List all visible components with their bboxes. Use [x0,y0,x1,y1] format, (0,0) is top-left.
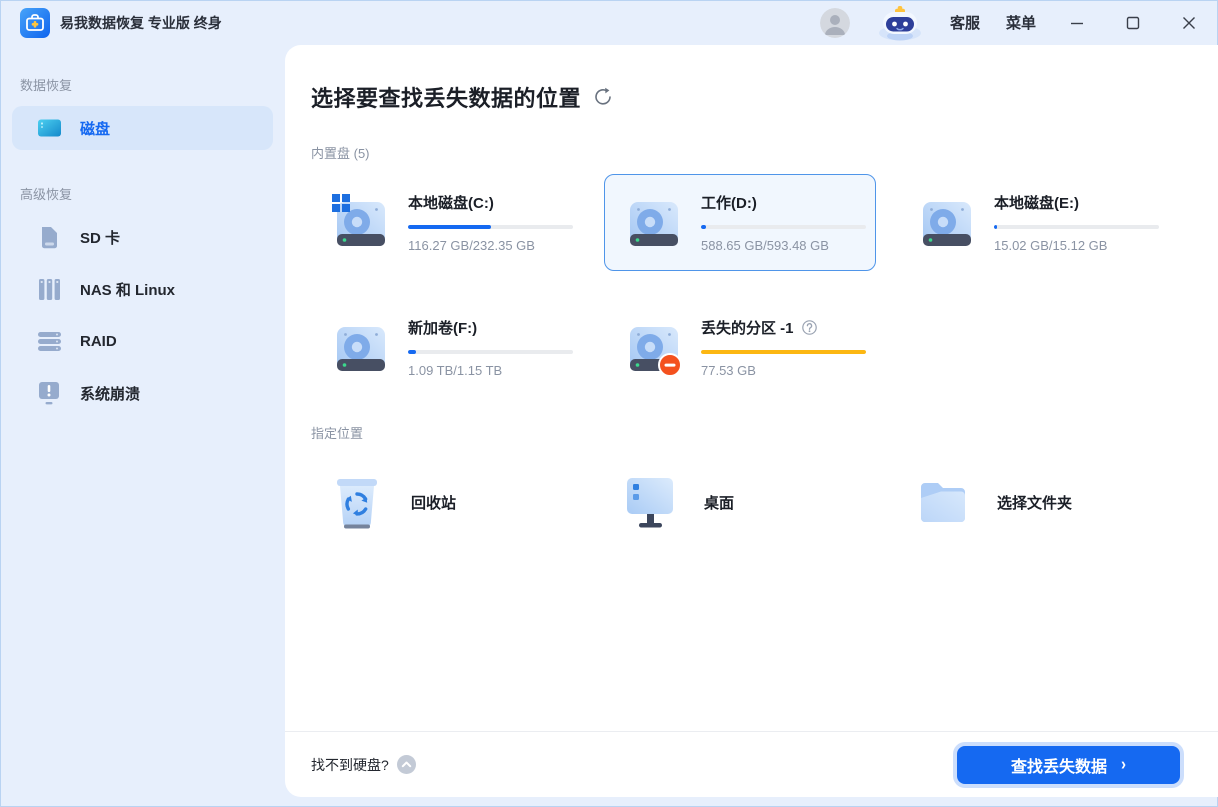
sidebar-item-label: NAS 和 Linux [80,279,175,300]
disk-size: 1.09 TB/1.15 TB [408,363,573,378]
sd-card-icon [36,226,62,249]
cant-find-disk-link[interactable]: 找不到硬盘? [311,755,416,775]
crash-warning-icon [36,382,62,405]
minus-badge-icon [659,354,681,376]
hard-drive-icon [918,194,974,252]
disk-size: 15.02 GB/15.12 GB [994,238,1159,253]
hard-drive-lost-icon [625,319,681,377]
help-icon[interactable] [802,320,817,335]
location-desktop[interactable]: 桌面 [604,462,876,542]
disk-name: 本地磁盘(E:) [994,192,1079,213]
raid-stack-icon [36,332,62,351]
maximize-button[interactable] [1118,8,1148,38]
location-label: 选择文件夹 [997,492,1072,513]
disk-name: 丢失的分区 -1 [701,317,794,338]
sidebar-item-disk[interactable]: 磁盘 [12,106,273,150]
main-panel: 选择要查找丢失数据的位置 内置盘 (5) [285,45,1218,797]
desktop-monitor-icon [624,473,676,531]
location-recycle-bin[interactable]: 回收站 [311,462,583,542]
disk-size: 77.53 GB [701,363,866,378]
location-select-folder[interactable]: 选择文件夹 [897,462,1169,542]
disk-card-e[interactable]: 本地磁盘(E:) 15.02 GB/15.12 GB [897,174,1169,271]
location-label: 桌面 [704,492,734,513]
sidebar-item-label: 磁盘 [80,118,110,139]
disk-grid: 本地磁盘(C:) 116.27 GB/232.35 GB 工作(D:) 588.… [311,174,1178,396]
disk-name: 本地磁盘(C:) [408,192,494,213]
sidebar-item-label: 系统崩溃 [80,383,140,404]
scan-button[interactable]: 查找丢失数据 › [957,746,1180,784]
disk-card-f[interactable]: 新加卷(F:) 1.09 TB/1.15 TB [311,299,583,396]
sidebar-item-raid[interactable]: RAID [12,319,273,363]
locations-label: 指定位置 [311,423,1178,442]
capacity-bar [701,350,866,354]
disk-icon [36,118,62,138]
sidebar-item-sd-card[interactable]: SD 卡 [12,215,273,259]
sidebar-item-label: SD 卡 [80,227,120,248]
sidebar-item-nas-linux[interactable]: NAS 和 Linux [12,267,273,311]
chevron-right-icon: › [1121,755,1126,775]
close-button[interactable] [1174,8,1204,38]
section-label-advanced: 高级恢复 [20,184,285,203]
hard-drive-icon [332,194,388,252]
disk-card-d[interactable]: 工作(D:) 588.65 GB/593.48 GB [604,174,876,271]
section-label-recovery: 数据恢复 [20,75,285,94]
capacity-bar [701,225,866,229]
user-avatar[interactable] [820,8,850,38]
sidebar-item-system-crash[interactable]: 系统崩溃 [12,371,273,415]
minimize-button[interactable] [1062,8,1092,38]
collapse-up-icon[interactable] [397,755,416,774]
app-logo-icon [20,8,50,38]
disk-card-lost-partition[interactable]: 丢失的分区 -1 77.53 GB [604,299,876,396]
hard-drive-icon [332,319,388,377]
assistant-mascot-icon[interactable] [876,5,924,41]
customer-service-link[interactable]: 客服 [950,12,980,33]
location-label: 回收站 [411,492,456,513]
sidebar: 数据恢复 磁盘 高级恢复 SD 卡 [0,45,285,807]
titlebar: 易我数据恢复 专业版 终身 客服 菜单 [0,0,1218,45]
internal-disks-label: 内置盘 (5) [311,143,1178,162]
disk-size: 116.27 GB/232.35 GB [408,238,573,253]
locations-grid: 回收站 桌面 [311,462,1178,542]
hint-text: 找不到硬盘? [311,755,389,775]
menu-link[interactable]: 菜单 [1006,12,1036,33]
nas-servers-icon [36,278,62,301]
sidebar-item-label: RAID [80,333,117,350]
disk-name: 工作(D:) [701,192,757,213]
disk-card-c[interactable]: 本地磁盘(C:) 116.27 GB/232.35 GB [311,174,583,271]
folder-icon [917,473,969,531]
capacity-bar [994,225,1159,229]
scan-button-label: 查找丢失数据 [1011,753,1107,777]
recycle-bin-icon [331,473,383,531]
capacity-bar [408,350,573,354]
app-title: 易我数据恢复 专业版 终身 [60,13,222,33]
page-title: 选择要查找丢失数据的位置 [311,81,581,113]
refresh-icon[interactable] [593,87,613,107]
disk-name: 新加卷(F:) [408,317,477,338]
footer-bar: 找不到硬盘? 查找丢失数据 › [285,731,1218,797]
hard-drive-icon [625,194,681,252]
disk-size: 588.65 GB/593.48 GB [701,238,866,253]
capacity-bar [408,225,573,229]
